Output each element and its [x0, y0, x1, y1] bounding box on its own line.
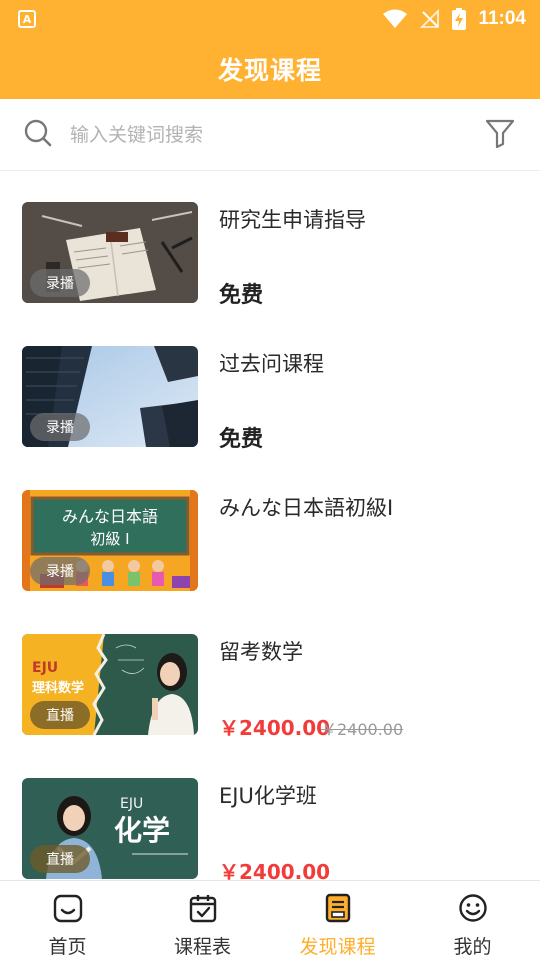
nav-label: 首页 [48, 936, 87, 958]
thumb-text-line: 化学 [114, 814, 170, 847]
home-icon [53, 893, 83, 927]
nav-item-profile[interactable]: 我的 [405, 881, 540, 960]
course-item[interactable]: EJU 理科数学 直播 留考数学 ￥2400.00 ￥2400.00 [0, 634, 540, 740]
course-thumbnail: 录播 [22, 346, 198, 447]
course-price: 免费 [219, 427, 264, 452]
course-price: ￥2400.00 [219, 716, 331, 740]
nav-label: 我的 [453, 936, 492, 958]
course-type-badge: 录播 [30, 413, 90, 441]
smiley-icon [458, 893, 488, 927]
course-type-badge: 直播 [30, 701, 90, 729]
course-type-badge: 录播 [30, 269, 90, 297]
app-notification-icon: A [18, 10, 36, 28]
thumb-text-line: みんな日本語 [62, 507, 158, 526]
filter-icon[interactable] [484, 117, 516, 153]
course-title: みんな日本語初級I [219, 496, 394, 520]
course-title: 研究生申请指导 [219, 208, 366, 232]
bottom-nav: 首页 课程表 发现课程 我的 [0, 880, 540, 960]
no-signal-icon [420, 9, 440, 29]
calendar-check-icon [188, 893, 218, 927]
wifi-icon [382, 9, 408, 29]
course-type-badge: 直播 [30, 845, 90, 873]
course-thumbnail: 录播 [22, 202, 198, 303]
course-title: EJU化学班 [219, 784, 317, 808]
course-price: 免费 [219, 283, 264, 308]
battery-charging-icon [452, 8, 467, 30]
status-bar: A 11:04 [0, 0, 540, 38]
course-title: 留考数学 [219, 640, 303, 664]
course-title: 过去问课程 [219, 352, 324, 376]
search-input[interactable] [70, 123, 484, 146]
nav-label: 课程表 [173, 936, 231, 958]
course-item[interactable]: 录播 研究生申请指导 免费 [0, 202, 540, 308]
course-thumbnail: みんな日本語 初級 I 录播 [22, 490, 198, 591]
course-price: ￥2400.00 [219, 860, 331, 880]
course-original-price: ￥2400.00 [321, 720, 404, 739]
course-type-badge: 录播 [30, 557, 90, 585]
thumb-text-line: 理科数学 [32, 680, 84, 696]
nav-item-discover[interactable]: 发现课程 [270, 881, 405, 960]
search-bar [0, 99, 540, 171]
course-item[interactable]: EJU 化学 直播 EJU化学班 ￥2400.00 [0, 778, 540, 880]
nav-item-schedule[interactable]: 课程表 [135, 881, 270, 960]
thumb-text-line: 初級 I [90, 530, 129, 548]
course-thumbnail: EJU 化学 直播 [22, 778, 198, 879]
status-time: 11:04 [478, 8, 526, 29]
thumb-text-line: EJU [120, 796, 143, 812]
course-item[interactable]: 录播 过去问课程 免费 [0, 346, 540, 452]
course-list: 录播 研究生申请指导 免费 录播 过去问课程 免费 みんな日本語 初級 I 录播… [0, 172, 540, 880]
nav-item-home[interactable]: 首页 [0, 881, 135, 960]
page-title: 发现课程 [217, 55, 322, 85]
course-item[interactable]: みんな日本語 初級 I 录播 みんな日本語初級I [0, 490, 540, 592]
discover-book-icon [323, 893, 353, 927]
nav-label: 发现课程 [299, 936, 376, 958]
search-icon[interactable] [24, 119, 52, 151]
app-header: 发现课程 [0, 38, 540, 99]
course-thumbnail: EJU 理科数学 直播 [22, 634, 198, 735]
thumb-text-line: EJU [32, 660, 58, 676]
